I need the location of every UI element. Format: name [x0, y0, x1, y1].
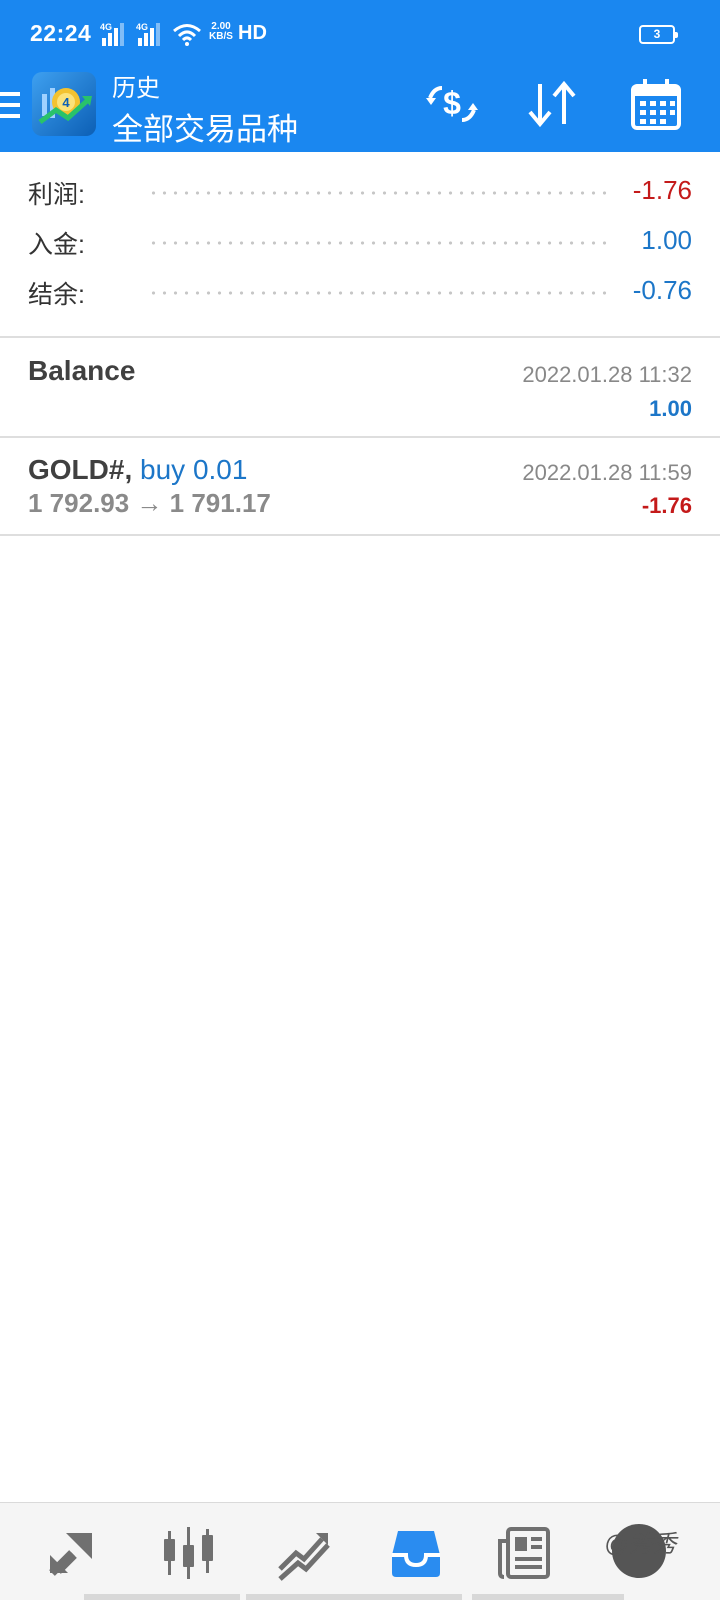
summary-value: -1.76 — [632, 175, 692, 205]
summary-label: 利润: — [28, 181, 85, 209]
deal-amount: 1.00 — [649, 396, 692, 421]
signal-1-label: 4G — [100, 22, 113, 32]
nav-indicator — [246, 1594, 462, 1600]
hd-indicator: HD — [238, 22, 267, 44]
deal-amount: -1.76 — [641, 493, 692, 518]
calendar-icon[interactable] — [626, 74, 686, 134]
summary-value: 1.00 — [641, 225, 692, 255]
trade-icon[interactable] — [276, 1525, 332, 1581]
dotted-leader — [148, 291, 612, 295]
deal-row-balance[interactable]: Balance 2022.01.28 11:32 1.00 — [0, 338, 720, 436]
page-title: 全部交易品种 — [112, 112, 298, 147]
app-logo-icon: 4 — [32, 72, 96, 136]
nav-indicator — [84, 1594, 240, 1600]
deal-symbol: GOLD#, — [28, 454, 133, 485]
wifi-icon — [173, 24, 201, 46]
nav-indicator — [472, 1594, 624, 1600]
deal-time: 2022.01.28 11:59 — [522, 460, 692, 485]
summary-label: 入金: — [28, 231, 85, 259]
summary-value: -0.76 — [632, 275, 692, 305]
news-icon[interactable] — [496, 1525, 552, 1581]
net-speed: 2.00 KB/S — [206, 22, 236, 42]
svg-text:4: 4 — [62, 95, 70, 110]
status-bar: 22:24 4G 4G 2.00 KB/S HD 3 — [0, 0, 720, 66]
deal-prices: 1 792.93 → 1 791.17 — [28, 488, 271, 518]
deal-title: Balance — [28, 355, 136, 386]
summary-row-deposit: 入金: 1.00 — [0, 215, 720, 265]
deal-time: 2022.01.28 11:32 — [522, 362, 692, 387]
signal-2-icon: 4G — [136, 22, 164, 46]
battery-level: 3 — [653, 27, 661, 41]
status-time: 22:24 — [30, 20, 92, 46]
page-subtitle: 历史 — [112, 75, 160, 102]
history-summary: 利润: -1.76 入金: 1.00 结余: -0.76 — [0, 165, 720, 315]
summary-row-balance: 结余: -0.76 — [0, 265, 720, 315]
chart-icon[interactable] — [160, 1525, 216, 1581]
sort-icon[interactable] — [522, 74, 582, 134]
menu-icon[interactable] — [0, 88, 22, 124]
deal-action: buy 0.01 — [140, 454, 248, 485]
signal-2-label: 4G — [136, 22, 149, 32]
net-speed-unit: KB/S — [209, 31, 233, 42]
currency-exchange-icon[interactable]: $ — [422, 74, 482, 134]
svg-text:$: $ — [443, 85, 461, 121]
deal-row-gold[interactable]: GOLD#, buy 0.01 2022.01.28 11:59 1 792.9… — [0, 438, 720, 534]
app-toolbar: 4 历史 全部交易品种 $ — [0, 66, 720, 152]
battery-icon: 3 — [639, 25, 678, 44]
dotted-leader — [148, 241, 612, 245]
summary-row-profit: 利润: -1.76 — [0, 165, 720, 215]
signal-1-icon: 4G — [100, 22, 128, 46]
quotes-icon[interactable] — [44, 1525, 100, 1581]
history-icon[interactable] — [388, 1525, 444, 1581]
deal-title: GOLD#, buy 0.01 — [28, 454, 247, 486]
watermark-text: @秀秀 — [604, 1531, 677, 1558]
dotted-leader — [148, 191, 612, 195]
summary-label: 结余: — [28, 281, 85, 309]
divider — [0, 534, 720, 536]
